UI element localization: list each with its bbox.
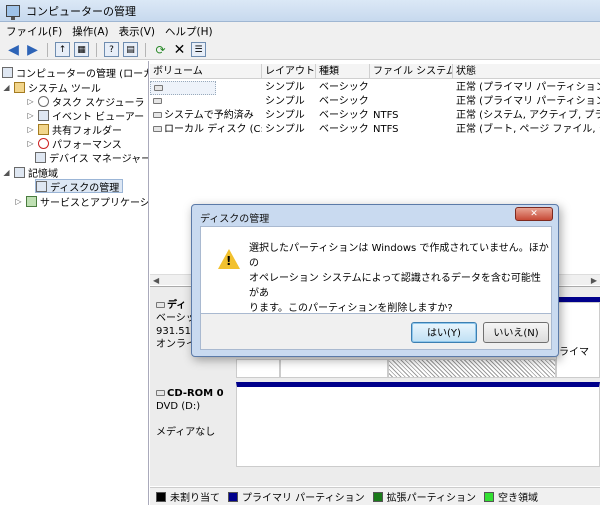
list-header: ボリューム レイアウト 種類 ファイル システム 状態 [150,64,600,79]
cdrom-area[interactable] [236,382,600,467]
menu-view[interactable]: 表示(V) [119,24,155,39]
table-row[interactable]: ローカル ディスク (C:) シンプル ベーシック NTFS 正常 (ブート, … [150,123,600,137]
cdrom-0-label[interactable]: CD-ROM 0 DVD (D:) メディアなし [156,387,224,439]
back-arrow-icon[interactable]: ◀ [6,42,21,58]
partition-block[interactable]: ライマ [556,302,600,378]
selected-partition-block[interactable] [388,359,556,378]
tree-system-tools[interactable]: ◢ システム ツール [2,80,101,95]
computer-icon [2,66,13,78]
dialog-title: ディスクの管理 [200,214,270,225]
yes-button[interactable]: はい(Y) [411,322,477,343]
legend-unallocated: 未割り当て [170,493,220,504]
warning-exclamation: ! [226,254,232,268]
table-row[interactable]: シンプル ベーシック 正常 (プライマリ パーティション) [150,95,600,109]
disk-management-icon [36,180,47,192]
expand-icon[interactable]: ▷ [26,139,35,148]
scroll-right-icon[interactable]: ▶ [591,276,597,285]
device-manager-icon [35,151,46,163]
menu-file[interactable]: ファイル(F) [6,24,62,39]
tree-task-scheduler[interactable]: ▷ タスク スケジューラ [26,94,144,109]
volume-icon [153,112,162,118]
forward-arrow-icon[interactable]: ▶ [25,42,40,58]
tree-services-applications[interactable]: ▷ サービスとアプリケーション [14,194,148,209]
dialog-message: 選択したパーティションは Windows で作成されていません。ほかの オペレー… [249,243,549,314]
window-title: コンピューターの管理 [26,4,136,18]
primary-partition-swatch [228,491,238,502]
cdrom-icon [156,390,165,396]
event-viewer-icon [38,109,49,121]
help-icon[interactable]: ? [104,42,119,57]
performance-icon [38,137,49,149]
legend-primary: プライマリ パーティション [242,493,365,504]
clock-icon [38,95,49,107]
console-tree-icon[interactable]: ▦ [74,42,89,57]
column-layout[interactable]: レイアウト [262,64,316,79]
properties-icon[interactable]: ☰ [191,42,206,57]
toolbar-separator [96,42,97,57]
menu-help[interactable]: ヘルプ(H) [165,24,213,39]
computer-management-icon [6,4,20,20]
up-folder-icon[interactable]: ↑ [55,42,70,57]
legend-free-space: 空き領域 [498,493,538,504]
collapse-icon[interactable]: ◢ [2,168,11,177]
column-volume[interactable]: ボリューム [150,64,262,79]
scroll-left-icon[interactable]: ◀ [153,276,159,285]
free-space-swatch [484,491,494,502]
storage-icon [14,166,25,178]
table-row[interactable]: シンプル ベーシック 正常 (プライマリ パーティション) [150,81,600,95]
tree-storage[interactable]: ◢ 記憶域 [2,165,58,180]
table-row[interactable]: システムで予約済み シンプル ベーシック NTFS 正常 (システム, アクティ… [150,109,600,123]
refresh-icon[interactable]: ⟳ [153,42,168,57]
title-bar: コンピューターの管理 [0,0,600,22]
tools-icon [14,81,25,93]
disk-icon [156,302,165,308]
expand-icon[interactable]: ▷ [14,197,23,206]
legend: 未割り当て プライマリ パーティション 拡張パーティション 空き領域 [150,487,600,505]
volume-icon [153,98,162,104]
expand-icon[interactable]: ▷ [26,125,35,134]
view-icon[interactable]: ▤ [123,42,138,57]
toolbar: ◀ ▶ ↑ ▦ ? ▤ ⟳ ✕ ☰ [0,40,600,60]
menu-action[interactable]: 操作(A) [72,24,108,39]
column-type[interactable]: 種類 [316,64,370,79]
dialog-close-button[interactable]: ✕ [515,207,553,221]
no-button[interactable]: いいえ(N) [483,322,549,343]
tree-performance[interactable]: ▷ パフォーマンス [26,136,122,151]
column-filesystem[interactable]: ファイル システム [370,64,453,79]
services-icon [26,195,37,207]
tree-shared-folders[interactable]: ▷ 共有フォルダー [26,122,122,137]
tree-event-viewer[interactable]: ▷ イベント ビューアー [26,108,144,123]
confirm-delete-dialog: ディスクの管理 ✕ ! 選択したパーティションは Windows で作成されてい… [191,204,559,357]
expand-icon[interactable]: ▷ [26,97,35,106]
dialog-body: ! 選択したパーティションは Windows で作成されていません。ほかの オペ… [200,226,552,314]
partition-block[interactable] [280,359,388,378]
dialog-footer: はい(Y) いいえ(N) [200,314,552,350]
toolbar-separator [47,42,48,57]
shared-folder-icon [38,123,49,135]
console-tree: コンピューターの管理 (ローカル) ◢ システム ツール ▷ タスク スケジュー… [0,61,149,505]
close-icon: ✕ [530,209,538,219]
tree-disk-management[interactable]: ディスクの管理 [35,179,124,194]
volume-icon [153,126,162,132]
extended-partition-swatch [372,491,383,502]
column-status[interactable]: 状態 [453,64,600,79]
toolbar-separator [145,42,146,57]
menu-bar: ファイル(F) 操作(A) 表示(V) ヘルプ(H) [0,22,600,40]
volume-icon [154,85,163,91]
partition-block[interactable] [236,359,280,378]
collapse-icon[interactable]: ◢ [2,83,11,92]
legend-extended: 拡張パーティション [386,493,476,504]
tree-root[interactable]: コンピューターの管理 (ローカル) [2,65,148,80]
unallocated-swatch [156,491,166,502]
tree-device-manager[interactable]: デバイス マネージャー [35,150,148,165]
delete-icon[interactable]: ✕ [172,42,187,58]
expand-icon[interactable]: ▷ [26,111,35,120]
